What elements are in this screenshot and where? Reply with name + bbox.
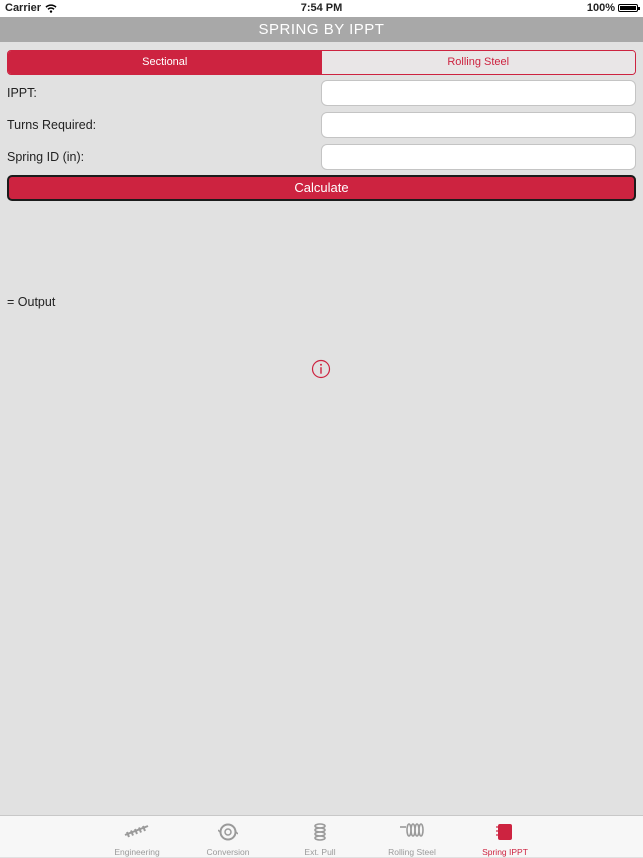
tab-engineering[interactable]: Engineering xyxy=(92,816,182,858)
calculate-button[interactable]: Calculate xyxy=(7,175,636,201)
tab-ext-pull[interactable]: Ext. Pull xyxy=(275,816,365,858)
turns-required-label: Turns Required: xyxy=(7,118,97,132)
tab-conversion-label: Conversion xyxy=(206,847,250,857)
rolling-spring-icon xyxy=(400,823,424,837)
battery-percent: 100% xyxy=(586,2,615,14)
output-label: = Output xyxy=(7,295,56,309)
nav-bar: SPRING BY IPPT xyxy=(0,17,643,42)
tab-spring-ippt-label: Spring IPPT xyxy=(482,847,528,857)
door-type-segmented-control: Sectional Rolling Steel xyxy=(7,50,636,75)
extension-spring-icon xyxy=(314,823,326,841)
battery-area: 100% xyxy=(586,2,640,14)
conversion-icon xyxy=(218,823,238,841)
spring-id-field[interactable] xyxy=(321,144,636,170)
tab-rolling-steel[interactable]: Rolling Steel xyxy=(367,816,457,858)
info-icon[interactable] xyxy=(311,359,331,379)
tab-ext-pull-label: Ext. Pull xyxy=(304,847,336,857)
spring-id-label: Spring ID (in): xyxy=(7,150,85,164)
segment-rolling-steel[interactable]: Rolling Steel xyxy=(321,51,635,74)
segment-sectional[interactable]: Sectional xyxy=(8,51,322,74)
tab-spring-ippt[interactable]: Spring IPPT xyxy=(460,816,550,858)
tab-rolling-steel-label: Rolling Steel xyxy=(388,847,436,857)
page-title: SPRING BY IPPT xyxy=(258,21,385,38)
tab-bar: Engineering Conversion Ext. Pull Rolling… xyxy=(0,815,643,857)
clock: 7:54 PM xyxy=(300,2,343,14)
ippt-field[interactable] xyxy=(321,80,636,106)
spring-ippt-icon xyxy=(496,824,512,840)
status-bar: Carrier 7:54 PM 100% xyxy=(0,0,643,17)
tab-engineering-label: Engineering xyxy=(114,847,160,857)
battery-icon xyxy=(618,4,640,12)
spring-bar-icon xyxy=(124,825,149,838)
turns-required-field[interactable] xyxy=(321,112,636,138)
tab-conversion[interactable]: Conversion xyxy=(183,816,273,858)
ippt-label: IPPT: xyxy=(7,86,37,100)
